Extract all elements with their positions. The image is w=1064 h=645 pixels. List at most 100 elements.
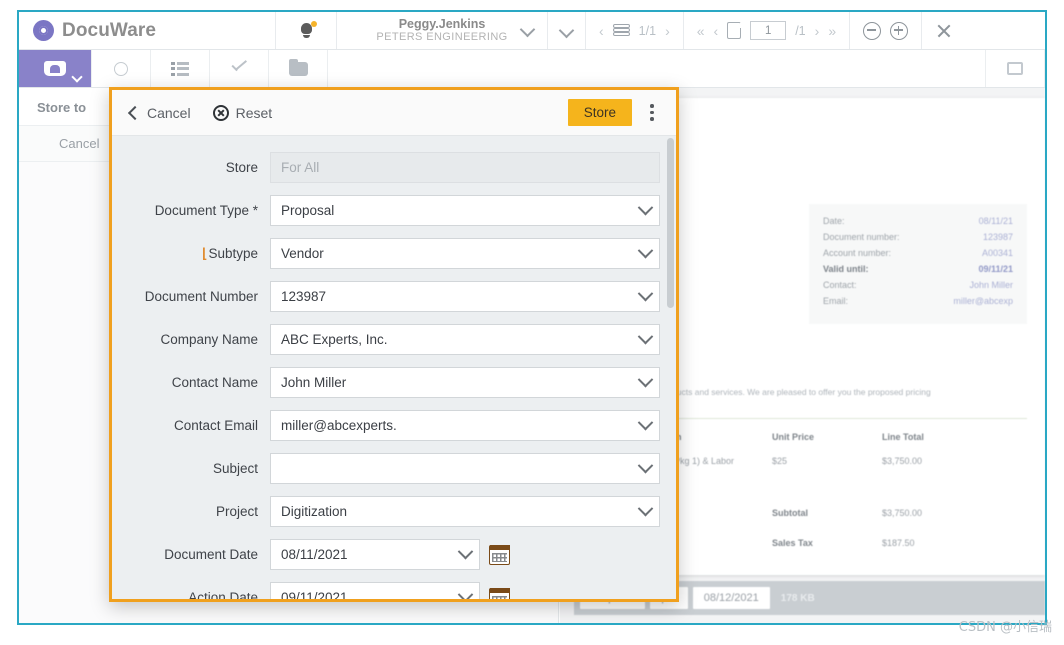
- doc-line-items-table: Description Unit Price Line Total Materi…: [632, 432, 1027, 548]
- dialog-form: Store For All Document Type * Proposal ⌊…: [112, 136, 676, 599]
- doc-meta-row: Account number: A00341: [823, 248, 1013, 258]
- docuware-logo-icon: [33, 20, 54, 41]
- module-bar-spacer: [328, 50, 986, 87]
- document-stack-nav[interactable]: ‹ 1/1 ›: [586, 12, 684, 49]
- scrollbar-thumb[interactable]: [667, 138, 674, 308]
- file-size-label: 178 KB: [775, 593, 815, 604]
- more-options-icon[interactable]: [642, 104, 662, 121]
- reset-icon: [213, 105, 229, 121]
- input-document-type[interactable]: Proposal: [270, 195, 660, 226]
- subtotal-value: $3,750.00: [882, 508, 922, 518]
- previous-page-icon[interactable]: ‹: [714, 23, 719, 39]
- value-action-date: 09/11/2021: [281, 590, 454, 599]
- doc-subtotal-row: Subtotal $3,750.00: [632, 508, 1027, 518]
- cancel-button[interactable]: Cancel: [130, 105, 191, 121]
- chevron-down-icon[interactable]: [458, 544, 474, 560]
- input-company-name[interactable]: ABC Experts, Inc.: [270, 324, 660, 355]
- watermark: CSDN @小信瑞: [959, 616, 1052, 635]
- label-document-number: Document Number: [112, 289, 270, 304]
- doc-meta-key: Valid until:: [823, 264, 869, 274]
- form-row-document-number: Document Number 123987: [112, 281, 676, 312]
- doc-meta-value: 08/11/21: [979, 216, 1013, 226]
- close-viewer-button[interactable]: [922, 12, 966, 49]
- cell-line-total: $3,750.00: [882, 456, 1027, 466]
- store-button[interactable]: Store: [568, 99, 632, 126]
- brand-name: DocuWare: [62, 20, 156, 42]
- chevron-down-icon[interactable]: [638, 329, 654, 345]
- chevron-down-icon: [520, 22, 536, 38]
- stack-count: 1/1: [639, 24, 656, 38]
- column-header-line-total: Line Total: [882, 432, 1027, 442]
- label-company-name: Company Name: [112, 332, 270, 347]
- cell-unit-price: $25: [772, 456, 882, 466]
- value-document-type: Proposal: [281, 203, 634, 218]
- viewer-toolbar: ‹ 1/1 › « ‹ 1 /1 › »: [547, 12, 966, 49]
- value-contact-email: miller@abcexperts.: [281, 418, 634, 433]
- module-search[interactable]: [92, 50, 151, 87]
- viewer-collapse-group[interactable]: [548, 12, 586, 49]
- subtype-elbow-icon: ⌊: [202, 246, 207, 261]
- dialog-header: Cancel Reset Store: [112, 90, 676, 136]
- notifications-button[interactable]: [275, 12, 336, 49]
- doc-meta-key: Email:: [823, 296, 848, 306]
- next-document-icon[interactable]: ›: [665, 23, 670, 39]
- tray-icon: [44, 61, 66, 76]
- zoom-out-icon[interactable]: [863, 22, 881, 40]
- input-subtype[interactable]: Vendor: [270, 238, 660, 269]
- page-nav[interactable]: « ‹ 1 /1 › »: [684, 12, 850, 49]
- close-icon: [935, 22, 953, 40]
- first-page-icon[interactable]: «: [697, 23, 705, 39]
- reset-button[interactable]: Reset: [213, 105, 273, 121]
- chevron-down-icon[interactable]: [638, 200, 654, 216]
- module-document-tray[interactable]: [19, 50, 92, 87]
- user-menu[interactable]: Peggy.Jenkins PETERS ENGINEERING: [336, 12, 547, 49]
- input-project[interactable]: Digitization: [270, 496, 660, 527]
- zoom-controls[interactable]: [850, 12, 922, 49]
- list-icon: [171, 62, 189, 76]
- chevron-down-icon: [71, 71, 82, 82]
- doc-meta-key: Account number:: [823, 248, 891, 258]
- user-name: Peggy.Jenkins: [399, 17, 486, 31]
- form-row-document-type: Document Type * Proposal: [112, 195, 676, 226]
- input-action-date[interactable]: 09/11/2021: [270, 582, 480, 599]
- value-document-number: 123987: [281, 289, 634, 304]
- dialog-scrollbar[interactable]: [665, 136, 676, 599]
- label-contact-name: Contact Name: [112, 375, 270, 390]
- chevron-down-icon[interactable]: [638, 458, 654, 474]
- chevron-down-icon[interactable]: [638, 501, 654, 517]
- form-row-action-date: Action Date 09/11/2021: [112, 582, 676, 599]
- last-page-icon[interactable]: »: [828, 23, 836, 39]
- page-number-input[interactable]: 1: [750, 21, 786, 40]
- form-row-contact-name: Contact Name John Miller: [112, 367, 676, 398]
- doc-salestax-row: Sales Tax $187.50: [632, 538, 1027, 548]
- label-document-date: Document Date: [112, 547, 270, 562]
- subtotal-label: Subtotal: [772, 508, 882, 518]
- module-layout-toggle[interactable]: [986, 50, 1045, 87]
- chevron-down-icon: [559, 23, 575, 39]
- calendar-icon[interactable]: [489, 588, 510, 600]
- chevron-down-icon[interactable]: [638, 286, 654, 302]
- input-contact-name[interactable]: John Miller: [270, 367, 660, 398]
- label-project: Project: [112, 504, 270, 519]
- chevron-down-icon[interactable]: [458, 587, 474, 599]
- input-document-number[interactable]: 123987: [270, 281, 660, 312]
- module-tasks[interactable]: [210, 50, 269, 87]
- chevron-down-icon[interactable]: [638, 372, 654, 388]
- folder-icon: [289, 62, 308, 76]
- brand-logo: DocuWare: [19, 12, 275, 49]
- panel-icon: [1007, 62, 1023, 75]
- chevron-down-icon[interactable]: [638, 415, 654, 431]
- input-document-date[interactable]: 08/11/2021: [270, 539, 480, 570]
- label-store: Store: [112, 160, 270, 175]
- previous-document-icon[interactable]: ‹: [599, 23, 604, 39]
- zoom-in-icon[interactable]: [890, 22, 908, 40]
- module-file-cabinets[interactable]: [269, 50, 328, 87]
- calendar-icon[interactable]: [489, 545, 510, 565]
- module-lists[interactable]: [151, 50, 210, 87]
- form-row-subtype: ⌊Subtype Vendor: [112, 238, 676, 269]
- input-contact-email[interactable]: miller@abcexperts.: [270, 410, 660, 441]
- input-subject[interactable]: [270, 453, 660, 484]
- chevron-down-icon[interactable]: [638, 243, 654, 259]
- next-page-icon[interactable]: ›: [815, 23, 820, 39]
- tag-date[interactable]: 08/12/2021: [693, 587, 770, 609]
